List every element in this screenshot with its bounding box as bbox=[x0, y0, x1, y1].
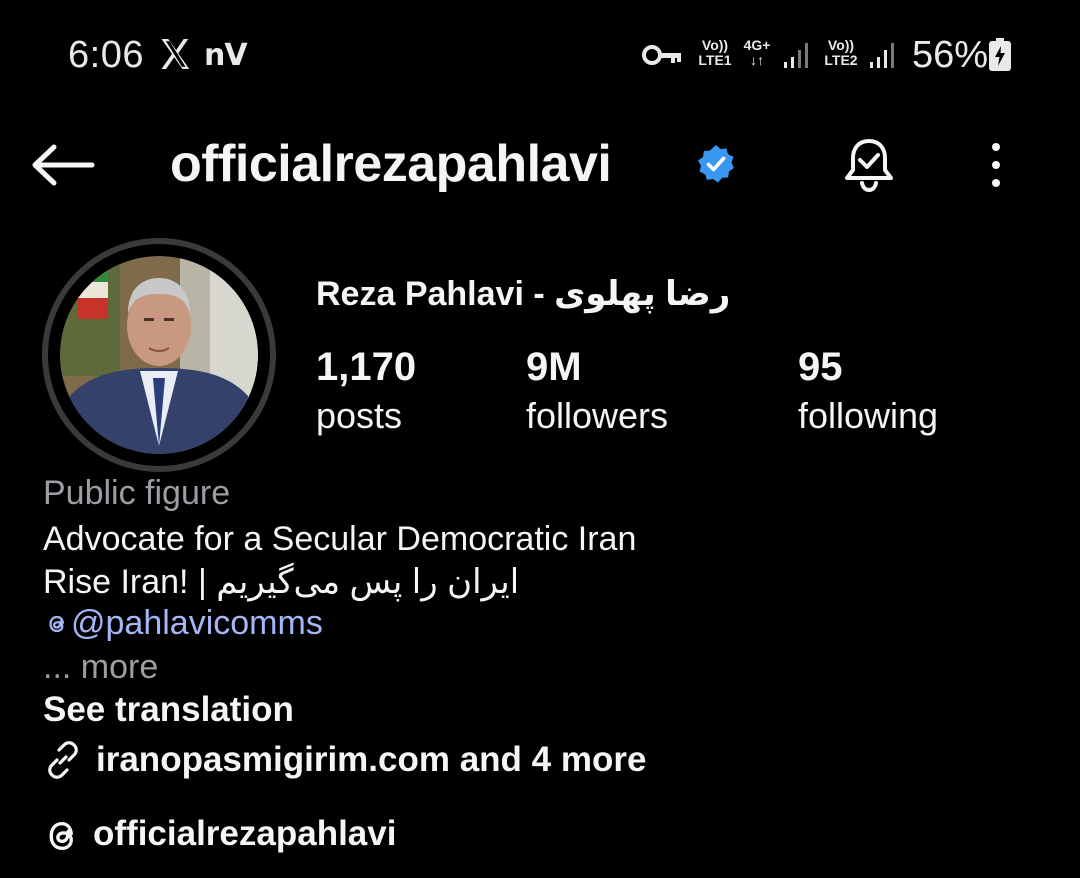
threads-mention-link[interactable]: @pahlavicomms bbox=[43, 604, 323, 643]
battery-percentage: 56% bbox=[912, 34, 989, 76]
sim2-volte-bottom: LTE2 bbox=[824, 52, 858, 68]
followers-stat[interactable]: 9M followers bbox=[526, 344, 668, 442]
link-icon bbox=[48, 741, 78, 779]
notification-bell-icon[interactable] bbox=[838, 134, 900, 196]
external-link-text: iranopasmigirim.com and 4 more bbox=[96, 740, 647, 779]
header-username: officialrezapahlavi bbox=[170, 135, 612, 193]
network-activity-arrows: ↓↑ bbox=[750, 52, 764, 68]
network-type-indicator: 4G+ ↓↑ bbox=[740, 38, 774, 68]
back-arrow-icon[interactable] bbox=[30, 142, 96, 188]
vpn-key-icon bbox=[642, 45, 681, 65]
threads-logo-icon bbox=[49, 821, 73, 851]
threads-icon bbox=[49, 615, 64, 633]
sim1-volte-bottom: LTE1 bbox=[698, 52, 732, 68]
bio-line-1: Advocate for a Secular Democratic Iran bbox=[43, 520, 637, 558]
profile-header: officialrezapahlavi bbox=[0, 120, 1080, 210]
followers-count: 9M bbox=[526, 345, 582, 389]
posts-label: posts bbox=[316, 395, 403, 436]
profile-category: Public figure bbox=[43, 474, 231, 512]
sim2-volte-indicator: Vo)) LTE2 bbox=[820, 38, 862, 68]
posts-stat[interactable]: 1,170 posts bbox=[316, 344, 416, 442]
instagram-profile-screen: 6:06 nV Vo)) LTE1 4G+ ↓↑ Vo)) LTE2 56% o… bbox=[0, 0, 1080, 878]
following-count: 95 bbox=[798, 345, 843, 389]
x-app-icon bbox=[161, 39, 190, 69]
threads-handle-text: officialrezapahlavi bbox=[93, 814, 397, 853]
following-stat[interactable]: 95 following bbox=[798, 344, 938, 442]
sim2-volte-top: Vo)) bbox=[827, 37, 855, 53]
status-bar: 6:06 nV Vo)) LTE1 4G+ ↓↑ Vo)) LTE2 56% bbox=[0, 0, 1080, 110]
verified-badge-icon bbox=[698, 145, 734, 183]
threads-mention-text: @pahlavicomms bbox=[71, 604, 323, 642]
signal-strength-icon-sim2 bbox=[870, 43, 894, 68]
following-label: following bbox=[798, 395, 939, 436]
sim1-volte-indicator: Vo)) LTE1 bbox=[694, 38, 736, 68]
see-translation-link[interactable]: See translation bbox=[43, 690, 294, 730]
followers-label: followers bbox=[526, 395, 669, 436]
signal-strength-icon-sim1 bbox=[784, 43, 808, 68]
profile-display-name: Reza Pahlavi - رضا پهلوی bbox=[316, 275, 731, 313]
posts-count: 1,170 bbox=[316, 345, 417, 389]
bio-more-link[interactable]: ... more bbox=[43, 648, 158, 687]
status-time: 6:06 bbox=[68, 34, 144, 76]
more-options-icon[interactable] bbox=[976, 140, 1016, 190]
carrier-badge: nV bbox=[204, 38, 248, 73]
network-type-top: 4G+ bbox=[743, 37, 771, 53]
sim1-volte-top: Vo)) bbox=[701, 37, 729, 53]
bio-line-2: Rise Iran! | ایران را پس می‌گیریم bbox=[43, 563, 520, 601]
profile-avatar[interactable] bbox=[60, 256, 258, 454]
battery-charging-icon bbox=[989, 38, 1011, 71]
